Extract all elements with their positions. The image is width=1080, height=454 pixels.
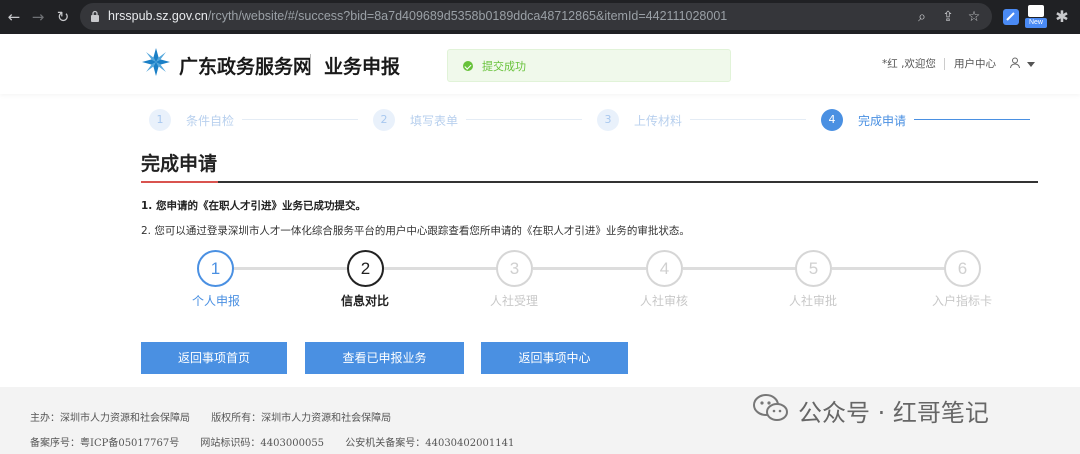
back-to-center-button[interactable]: 返回事项中心: [481, 342, 628, 374]
progress-step-label: 入户指标卡: [931, 294, 992, 308]
progress-step-label: 信息对比: [340, 294, 389, 308]
title-underline-accent: [141, 181, 218, 183]
footer-host: 主办：深圳市人力资源和社会保障局: [30, 413, 190, 424]
progress-step-circle: 5: [795, 250, 832, 287]
footer-icp[interactable]: 备案序号：粤ICP备05017767号: [30, 438, 179, 449]
chevron-down-icon[interactable]: [1027, 62, 1035, 67]
site-header: 广东政务服务网 业务申报 提交成功 *红 ,欢迎您 用户中心: [0, 34, 1080, 94]
address-bar[interactable]: hrsspub.sz.gov.cn/rcyth/website/#/succes…: [80, 3, 992, 30]
progress-step-label: 人社受理: [489, 294, 538, 308]
progress-step-circle: 6: [944, 250, 981, 287]
footer-police[interactable]: 公安机关备案号：44030402001141: [345, 438, 514, 449]
progress-step-label: 个人申报: [191, 294, 240, 308]
top-step-number: 1: [149, 109, 171, 131]
status-tracking-message: 2. 您可以通过登录深圳市人才一体化综合服务平台的用户中心跟踪查看您所申请的《在…: [141, 225, 690, 237]
site-name[interactable]: 广东政务服务网: [179, 52, 312, 79]
footer-line-1: 主办：深圳市人力资源和社会保障局 版权所有：深圳市人力资源和社会保障局: [30, 409, 409, 424]
extension-icon[interactable]: [1001, 7, 1021, 27]
back-arrow-icon[interactable]: ←: [4, 7, 24, 27]
new-badge: New: [1025, 18, 1047, 28]
top-step-number: 2: [373, 109, 395, 131]
top-step-connector: [242, 119, 358, 120]
footer-line-2: 备案序号：粤ICP备05017767号 网站标识码：4403000055 公安机…: [30, 434, 532, 449]
footer-copyright: 版权所有：深圳市人力资源和社会保障局: [211, 413, 392, 424]
top-step-label: 填写表单: [410, 114, 459, 128]
success-message: 1. 您申请的《在职人才引进》业务已成功提交。: [141, 200, 366, 212]
title-underline: [141, 181, 1038, 183]
progress-connector: [683, 267, 796, 270]
top-step-connector: [690, 119, 806, 120]
top-step-number-active: 4: [821, 109, 843, 131]
progress-step-circle: 3: [496, 250, 533, 287]
puzzle-extensions-icon[interactable]: ✱: [1052, 7, 1072, 27]
watermark-text: 公众号 · 红哥笔记: [798, 399, 989, 427]
new-extension-icon[interactable]: New: [1025, 5, 1047, 29]
toast-message: 提交成功: [482, 60, 526, 73]
progress-connector: [832, 267, 945, 270]
share-icon[interactable]: ⇪: [938, 7, 958, 27]
progress-connector: [384, 267, 497, 270]
progress-step-circle: 4: [646, 250, 683, 287]
header-separator: [944, 58, 945, 70]
top-step-label: 条件自检: [186, 114, 235, 128]
progress-step-label: 人社审核: [639, 294, 688, 308]
welcome-text: *红 ,欢迎您: [882, 58, 936, 70]
reload-icon[interactable]: ↻: [53, 7, 73, 27]
site-subtitle: 业务申报: [324, 56, 401, 78]
top-step-number: 3: [597, 109, 619, 131]
url-text: hrsspub.sz.gov.cn/rcyth/website/#/succes…: [108, 9, 728, 23]
footer-site-code: 网站标识码：4403000055: [200, 438, 325, 449]
browser-toolbar: ← → ↻ hrsspub.sz.gov.cn/rcyth/website/#/…: [0, 0, 1080, 34]
top-step-connector-active: [914, 119, 1030, 120]
progress-step-circle: 1: [197, 250, 234, 287]
progress-connector: [234, 267, 347, 270]
top-step-bar: 1 条件自检 2 填写表单 3 上传材料 4 完成申请: [0, 104, 1080, 138]
user-center-link[interactable]: 用户中心: [954, 56, 996, 71]
top-step-label: 上传材料: [634, 114, 683, 128]
gd-gov-logo-icon[interactable]: [141, 47, 171, 77]
wechat-icon: [753, 394, 788, 421]
progress-step-label: 人社审批: [788, 294, 837, 308]
progress-step-circle: 2: [347, 250, 384, 287]
lock-icon: [91, 10, 99, 22]
page-title: 完成申请: [141, 153, 218, 175]
back-to-home-button[interactable]: 返回事项首页: [141, 342, 287, 374]
zoom-icon[interactable]: ⌕: [912, 7, 932, 27]
user-icon[interactable]: [1008, 56, 1022, 70]
top-step-connector: [466, 119, 582, 120]
top-step-label-active: 完成申请: [858, 114, 907, 128]
forward-arrow-icon[interactable]: →: [28, 7, 48, 27]
success-toast: 提交成功: [447, 49, 731, 82]
check-circle-icon: [463, 61, 473, 71]
header-divider: [310, 54, 311, 74]
progress-connector: [533, 267, 646, 270]
bookmark-star-icon[interactable]: ☆: [964, 7, 984, 27]
view-submitted-button[interactable]: 查看已申报业务: [305, 342, 464, 374]
